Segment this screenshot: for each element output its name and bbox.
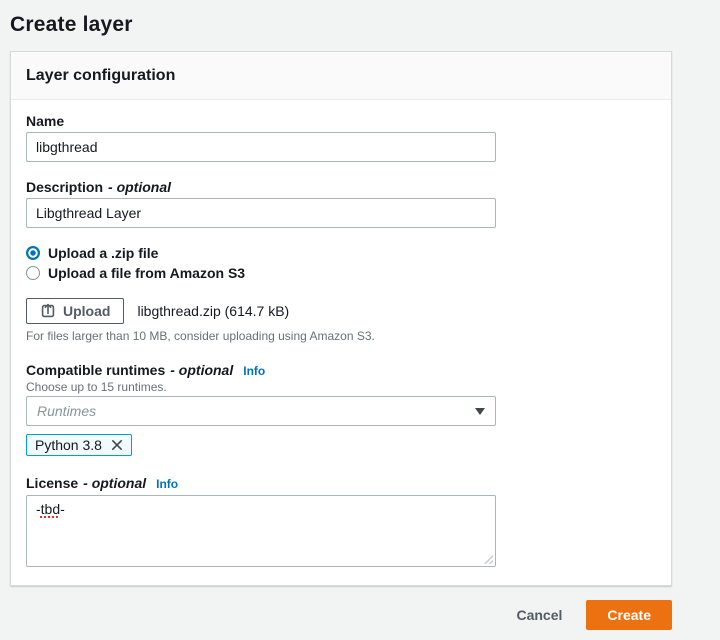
runtimes-optional-text: - optional [170,362,234,378]
radio-upload-zip[interactable]: Upload a .zip file [26,243,656,263]
description-optional-text: - optional [108,179,172,195]
name-input[interactable] [26,132,496,162]
name-label-text: Name [26,113,65,129]
runtime-token-chip: Python 3.8 [26,434,132,456]
license-label-text: License [26,475,79,491]
create-layer-page: Create layer Layer configuration Name De… [10,0,672,630]
license-optional-text: - optional [83,475,147,491]
radio-upload-zip-label: Upload a .zip file [48,245,159,261]
card-body: Name Description - optional Upload a .zi… [11,100,671,585]
name-label: Name [26,112,656,130]
radio-upload-s3[interactable]: Upload a file from Amazon S3 [26,263,656,283]
upload-row: Upload libgthread.zip (614.7 kB) [26,298,656,324]
card-header-title: Layer configuration [26,66,176,84]
uploaded-file-info: libgthread.zip (614.7 kB) [137,303,290,319]
upload-type-radio-group: Upload a .zip file Upload a file from Am… [26,243,656,283]
footer-actions: Cancel Create [10,600,672,630]
license-textarea[interactable]: -tbd- [26,495,496,567]
license-value-suffix: - [60,501,65,517]
radio-selected-icon[interactable] [26,246,40,260]
license-info-link[interactable]: Info [156,475,178,493]
upload-icon [40,303,56,319]
page-title: Create layer [10,13,133,36]
runtimes-label: Compatible runtimes - optional Info [26,361,656,380]
runtimes-label-text: Compatible runtimes [26,362,166,378]
runtimes-hint: Choose up to 15 runtimes. [26,380,167,394]
description-label: Description - optional [26,178,656,196]
upload-button[interactable]: Upload [26,298,125,324]
runtimes-select[interactable]: Runtimes [26,396,496,426]
textarea-resize-handle[interactable] [482,553,493,564]
runtimes-select-placeholder: Runtimes [37,403,97,419]
runtimes-info-link[interactable]: Info [243,362,265,380]
description-input[interactable] [26,198,496,228]
runtime-token-label: Python 3.8 [35,437,102,453]
layer-configuration-card: Layer configuration Name Description - o… [10,51,672,586]
upload-button-label: Upload [63,303,111,319]
cancel-button[interactable]: Cancel [516,607,562,623]
remove-token-icon[interactable] [111,439,123,451]
upload-hint: For files larger than 10 MB, consider up… [26,329,375,343]
license-value-misspelled: tbd [40,501,61,517]
radio-unselected-icon[interactable] [26,266,40,280]
license-label: License - optional Info [26,474,656,493]
radio-upload-s3-label: Upload a file from Amazon S3 [48,265,246,281]
chevron-down-icon [475,407,485,415]
description-label-text: Description [26,179,104,195]
card-header: Layer configuration [11,52,671,100]
create-button[interactable]: Create [586,600,672,630]
